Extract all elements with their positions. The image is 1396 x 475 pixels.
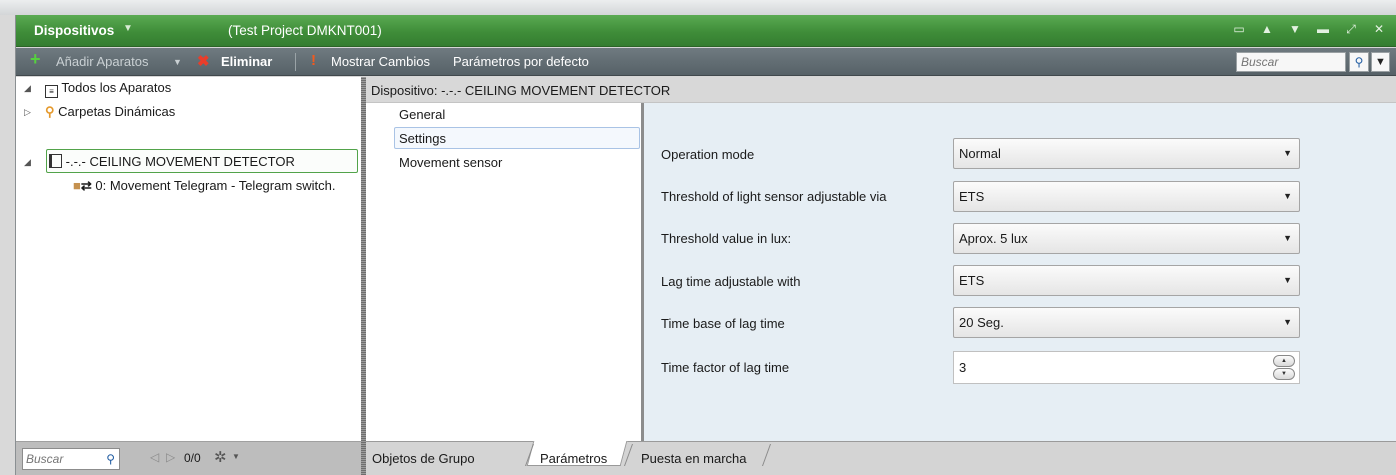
toolbar-separator [295,53,296,71]
threshold-lux-select[interactable]: Aprox. 5 lux ▼ [953,223,1300,254]
tree-item-label: 0: Movement Telegram - Telegram switch. [95,178,336,193]
device-icon [49,154,62,168]
toolbar-search-input[interactable] [1237,53,1345,71]
exclamation-icon: ! [311,52,316,69]
dropdown-arrow-icon[interactable]: ▼ [1283,317,1292,327]
devices-window: Dispositivos ▼ (Test Project DMKNT001) ▭… [15,15,1396,475]
search-icon[interactable]: ⚲ [106,452,115,466]
tree-item-dynamic-folders[interactable]: ⚲ Carpetas Dinámicas [45,104,175,120]
dropdown-arrow-icon[interactable]: ▼ [1283,275,1292,285]
select-value: 20 Seg. [959,315,1004,330]
tree-item-device[interactable]: -.-.- CEILING MOVEMENT DETECTOR [49,154,295,169]
add-dropdown-icon[interactable]: ▼ [173,57,182,67]
search-icon[interactable]: ⚲ [1349,52,1369,72]
delete-button[interactable]: Eliminar [221,54,272,69]
show-changes-button[interactable]: Mostrar Cambios [331,54,430,69]
gear-icon[interactable]: ✲ [214,448,227,466]
default-parameters-button[interactable]: Parámetros por defecto [453,54,589,69]
tree-item-label: -.-.- CEILING MOVEMENT DETECTOR [65,154,295,169]
tree-collapse-icon[interactable]: ◢ [24,83,31,94]
previous-icon[interactable]: ◁ [150,450,159,464]
transfer-icon: ⇄ [80,178,92,193]
project-title: (Test Project DMKNT001) [228,23,382,38]
tree-collapse-icon[interactable]: ◢ [24,157,31,168]
group-object-icon: ■ [73,178,81,193]
param-label-threshold-lux: Threshold value in lux: [661,231,792,246]
tree-item-label: Todos los Aparatos [61,80,172,95]
nav-item-movement-sensor[interactable]: Movement sensor [399,155,502,170]
device-header: Dispositivo: -.-.- CEILING MOVEMENT DETE… [366,77,1396,103]
param-label-time-factor: Time factor of lag time [661,360,790,375]
chevron-down-icon[interactable]: ▼ [232,452,240,461]
tab-bar: Objetos de Grupo Parámetros Puesta en ma… [366,441,1396,475]
lag-time-select[interactable]: ETS ▼ [953,265,1300,296]
tree-item-group-object[interactable]: ■⇄ 0: Movement Telegram - Telegram switc… [73,178,336,194]
param-label-operation-mode: Operation mode [661,147,755,162]
select-value: Normal [959,146,1001,161]
dropdown-arrow-icon[interactable]: ▼ [1283,233,1292,243]
operation-mode-select[interactable]: Normal ▼ [953,138,1300,169]
param-label-time-base: Time base of lag time [661,316,785,331]
param-label-threshold-light: Threshold of light sensor adjustable via [661,189,887,204]
tab-parameters[interactable]: Parámetros [540,451,607,466]
select-value: ETS [959,273,985,288]
time-factor-spinbox[interactable]: 3 ▲ ▼ [953,351,1300,384]
tree-search[interactable]: ⚲ [22,448,120,470]
delete-icon[interactable]: ✖ [197,52,210,70]
tree-expand-icon[interactable]: ▷ [24,107,31,118]
device-title: Dispositivo: -.-.- CEILING MOVEMENT DETE… [371,83,671,98]
dropdown-arrow-icon[interactable]: ▼ [1283,191,1292,201]
dock-icon[interactable]: ▭ [1232,22,1246,37]
toolbar: + Añadir Aparatos ▼ ✖ Eliminar ! Mostrar… [16,48,1396,76]
param-label-lag-time: Lag time adjustable with [661,274,801,289]
spin-down-icon[interactable]: ▼ [1273,368,1295,380]
filter-icon[interactable]: ▼ [1371,52,1390,72]
nav-item-settings[interactable]: Settings [399,131,446,146]
tab-commissioning[interactable]: Puesta en marcha [641,451,747,466]
tab-separator [761,444,772,466]
maximize-icon[interactable]: ⤢ [1344,22,1358,37]
tab-group-objects[interactable]: Objetos de Grupo [372,451,475,466]
add-icon[interactable]: + [30,49,41,70]
window-title[interactable]: Dispositivos [34,23,114,38]
select-value: ETS [959,189,985,204]
window-controls: ▭ ▲ ▼ ▬ ⤢ ✕ [1232,22,1386,37]
top-strip [0,0,1396,15]
dropdown-arrow-icon[interactable]: ▼ [1283,148,1292,158]
toolbar-search[interactable] [1236,52,1346,72]
threshold-light-select[interactable]: ETS ▼ [953,181,1300,212]
folder-search-icon: ⚲ [45,104,55,119]
nav-item-general[interactable]: General [399,107,445,122]
title-bar: Dispositivos ▼ (Test Project DMKNT001) ▭… [16,15,1396,47]
title-dropdown-icon[interactable]: ▼ [123,23,133,34]
parameter-nav: General Settings Movement sensor [366,103,641,441]
next-icon[interactable]: ▷ [166,450,175,464]
arrow-down-icon[interactable]: ▼ [1288,22,1302,37]
tree-item-label: Carpetas Dinámicas [58,104,176,119]
tree-search-input[interactable] [23,449,99,469]
close-icon[interactable]: ✕ [1372,22,1386,37]
devices-icon: ≡ [45,85,58,98]
restore-icon[interactable]: ▬ [1316,22,1330,37]
tree-item-all-devices[interactable]: ≡ Todos los Aparatos [45,80,171,98]
spin-up-icon[interactable]: ▲ [1273,355,1295,367]
tree-footer: ⚲ ◁ ▷ 0/0 ✲ ▼ [16,441,361,475]
select-value: Aprox. 5 lux [959,231,1028,246]
arrow-up-icon[interactable]: ▲ [1260,22,1274,37]
spinbox-value: 3 [959,360,967,375]
add-devices-button[interactable]: Añadir Aparatos [56,54,149,69]
time-base-select[interactable]: 20 Seg. ▼ [953,307,1300,338]
match-counter: 0/0 [184,451,201,465]
device-tree: ◢ ≡ Todos los Aparatos ▷ ⚲ Carpetas Diná… [16,77,361,441]
